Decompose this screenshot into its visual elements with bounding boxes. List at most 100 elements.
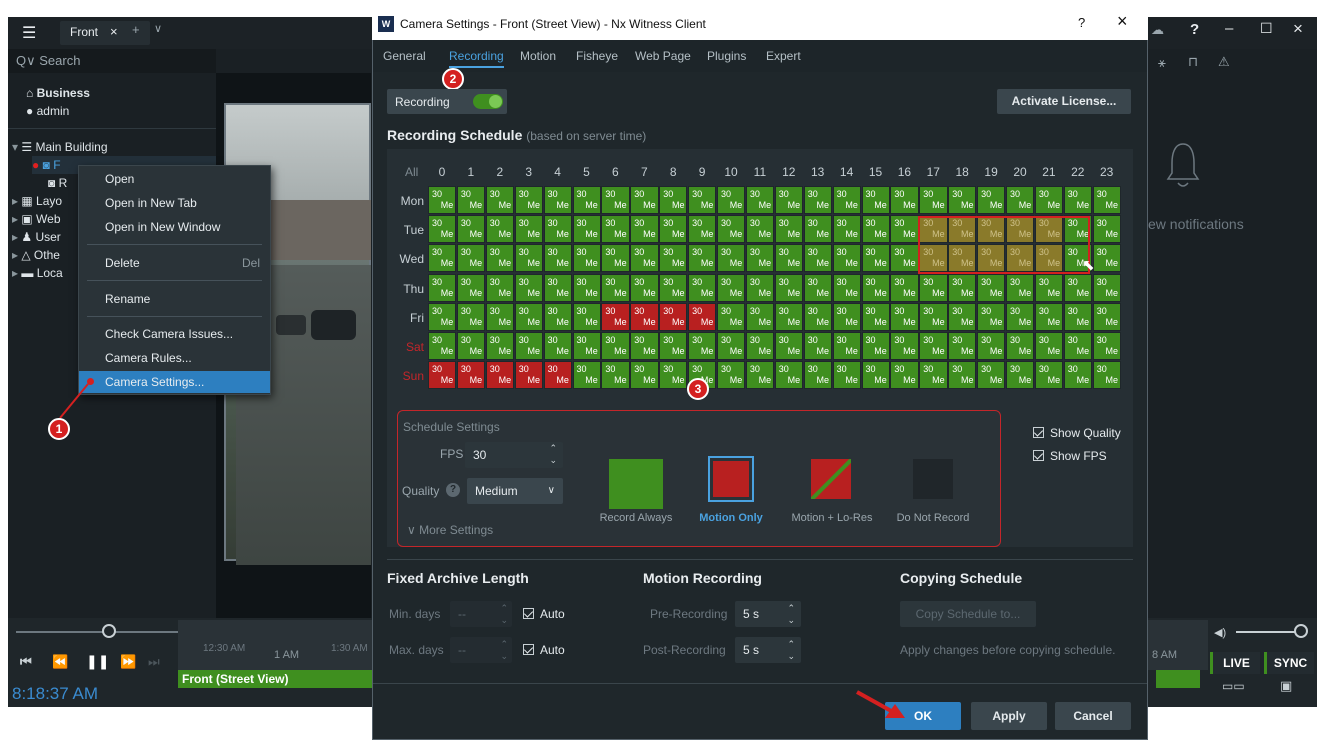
schedule-cell[interactable]: 30 Me xyxy=(1034,361,1064,390)
schedule-cell[interactable]: 30 Me xyxy=(630,332,659,361)
tab-plugins[interactable]: Plugins xyxy=(707,49,746,63)
schedule-cell[interactable]: 30 Me xyxy=(977,273,1006,302)
schedule-cell[interactable]: 30 Me xyxy=(745,244,775,273)
schedule-cell[interactable]: 30 Me xyxy=(977,302,1006,331)
schedule-cell[interactable]: 30 Me xyxy=(861,332,890,361)
schedule-cell[interactable]: 30 Me xyxy=(428,302,457,331)
tab-recording[interactable]: Recording xyxy=(449,49,504,68)
schedule-cell[interactable]: 30 Me xyxy=(1006,361,1035,390)
schedule-cell[interactable]: 30 Me xyxy=(803,332,832,361)
camera-archive-strip[interactable]: Front (Street View) xyxy=(178,670,372,688)
schedule-cell[interactable]: 30 Me xyxy=(977,361,1006,390)
schedule-cell[interactable]: 30 Me xyxy=(774,332,804,361)
menu-item-open-new-tab[interactable]: Open in New Tab xyxy=(79,192,270,214)
schedule-cell[interactable]: 30 Me xyxy=(1006,215,1035,244)
schedule-cell[interactable]: 30 Me xyxy=(1063,273,1093,302)
schedule-cell[interactable]: 30 Me xyxy=(514,273,543,302)
recording-toggle-switch[interactable] xyxy=(473,94,503,109)
schedule-cell[interactable]: 30 Me xyxy=(688,273,717,302)
tree-item-web[interactable]: ▸ ▣ Web xyxy=(12,210,61,228)
pre-recording-spinbox[interactable]: 5 s ⌃ ⌄ xyxy=(735,601,801,627)
schedule-cell[interactable]: 30 Me xyxy=(774,273,804,302)
schedule-cell[interactable]: 30 Me xyxy=(745,186,775,215)
schedule-cell[interactable]: 30 Me xyxy=(601,361,630,390)
cloud-icon[interactable]: ☁ xyxy=(1151,22,1164,38)
schedule-cell[interactable]: 30 Me xyxy=(485,215,515,244)
schedule-cell[interactable]: 30 Me xyxy=(832,273,861,302)
day-label[interactable]: Tue xyxy=(386,223,424,237)
day-label[interactable]: Wed xyxy=(386,252,424,266)
schedule-cell[interactable]: 30 Me xyxy=(1034,332,1064,361)
pause-icon[interactable]: ❚❚ xyxy=(86,653,109,670)
calendar-icon[interactable]: ▣ xyxy=(1280,678,1292,694)
copy-schedule-button[interactable]: Copy Schedule to... xyxy=(900,601,1036,627)
schedule-cell[interactable]: 30 Me xyxy=(1006,332,1035,361)
hour-label[interactable]: 13 xyxy=(808,165,828,179)
show-fps-checkbox[interactable]: Show FPS xyxy=(1033,449,1107,463)
schedule-cell[interactable]: 30 Me xyxy=(948,244,977,273)
activate-license-button[interactable]: Activate License... xyxy=(997,89,1131,114)
motion-search-icon[interactable]: ⚹ xyxy=(1158,55,1166,71)
schedule-cell[interactable]: 30 Me xyxy=(1092,273,1121,302)
hour-label[interactable]: 0 xyxy=(432,165,452,179)
schedule-cell[interactable]: 30 Me xyxy=(774,215,804,244)
max-days-spinbox[interactable]: -- ⌃ ⌄ xyxy=(450,637,512,663)
tab-web-page[interactable]: Web Page xyxy=(635,49,691,63)
tree-item-local[interactable]: ▸ ▬ Loca xyxy=(12,264,63,282)
schedule-cell[interactable]: 30 Me xyxy=(1034,302,1064,331)
schedule-cell[interactable]: 30 Me xyxy=(745,302,775,331)
show-quality-checkbox[interactable]: Show Quality xyxy=(1033,426,1121,440)
schedule-cell[interactable]: 30 Me xyxy=(601,273,630,302)
hour-label[interactable]: 17 xyxy=(923,165,943,179)
schedule-cell[interactable]: 30 Me xyxy=(890,215,919,244)
schedule-cell[interactable]: 30 Me xyxy=(948,273,977,302)
spin-arrows-icon[interactable]: ⌃ ⌄ xyxy=(787,602,795,626)
schedule-cell[interactable]: 30 Me xyxy=(832,332,861,361)
schedule-cell[interactable]: 30 Me xyxy=(948,302,977,331)
schedule-cell[interactable]: 30 Me xyxy=(832,361,861,390)
menu-item-camera-rules[interactable]: Camera Rules... xyxy=(79,347,270,369)
schedule-cell[interactable]: 30 Me xyxy=(688,332,717,361)
do-not-record-swatch[interactable] xyxy=(913,459,953,499)
menu-item-delete[interactable]: Delete Del xyxy=(79,252,270,274)
schedule-cell[interactable]: 30 Me xyxy=(1092,244,1121,273)
schedule-cell[interactable]: 30 Me xyxy=(890,273,919,302)
schedule-cell[interactable]: 30 Me xyxy=(659,244,688,273)
dialog-close-button[interactable]: × xyxy=(1117,11,1128,32)
schedule-cell[interactable]: 30 Me xyxy=(832,244,861,273)
tree-item-other[interactable]: ▸ △ Othe xyxy=(12,246,60,264)
hour-label[interactable]: 14 xyxy=(837,165,857,179)
schedule-cell[interactable]: 30 Me xyxy=(659,186,688,215)
tab-general[interactable]: General xyxy=(383,49,426,63)
schedule-cell[interactable]: 30 Me xyxy=(861,215,890,244)
schedule-cell[interactable]: 30 Me xyxy=(774,186,804,215)
schedule-cell[interactable]: 30 Me xyxy=(861,186,890,215)
schedule-cell[interactable]: 30 Me xyxy=(456,273,486,302)
schedule-cell[interactable]: 30 Me xyxy=(630,302,659,331)
hour-label[interactable]: 9 xyxy=(692,165,712,179)
schedule-cell[interactable]: 30 Me xyxy=(543,186,572,215)
schedule-cell[interactable]: 30 Me xyxy=(1006,302,1035,331)
tree-item-main-building[interactable]: ▾ ☰ Main Building xyxy=(12,138,108,156)
schedule-cell[interactable]: 30 Me xyxy=(774,302,804,331)
schedule-cell[interactable]: 30 Me xyxy=(977,244,1006,273)
post-recording-spinbox[interactable]: 5 s ⌃ ⌄ xyxy=(735,637,801,663)
dialog-help-button[interactable]: ? xyxy=(1078,15,1085,30)
day-label[interactable]: Thu xyxy=(386,282,424,296)
schedule-cell[interactable]: 30 Me xyxy=(919,215,948,244)
hour-label[interactable]: 1 xyxy=(461,165,481,179)
fps-spinbox[interactable]: 30 ⌃ ⌄ xyxy=(465,442,563,468)
schedule-cell[interactable]: 30 Me xyxy=(832,302,861,331)
menu-item-rename[interactable]: Rename xyxy=(79,288,270,310)
volume-icon[interactable]: ◀) xyxy=(1214,626,1226,639)
hour-label[interactable]: 20 xyxy=(1010,165,1030,179)
schedule-cell[interactable]: 30 Me xyxy=(630,215,659,244)
menu-item-open-new-window[interactable]: Open in New Window xyxy=(79,216,270,238)
tree-item-users[interactable]: ▸ ♟ User xyxy=(12,228,61,246)
schedule-cell[interactable]: 30 Me xyxy=(717,302,746,331)
cancel-button[interactable]: Cancel xyxy=(1055,702,1131,730)
tab-motion[interactable]: Motion xyxy=(520,49,556,63)
search-input[interactable]: Q∨ Search xyxy=(8,49,216,73)
hour-label[interactable]: 15 xyxy=(866,165,886,179)
schedule-cell[interactable]: 30 Me xyxy=(890,186,919,215)
